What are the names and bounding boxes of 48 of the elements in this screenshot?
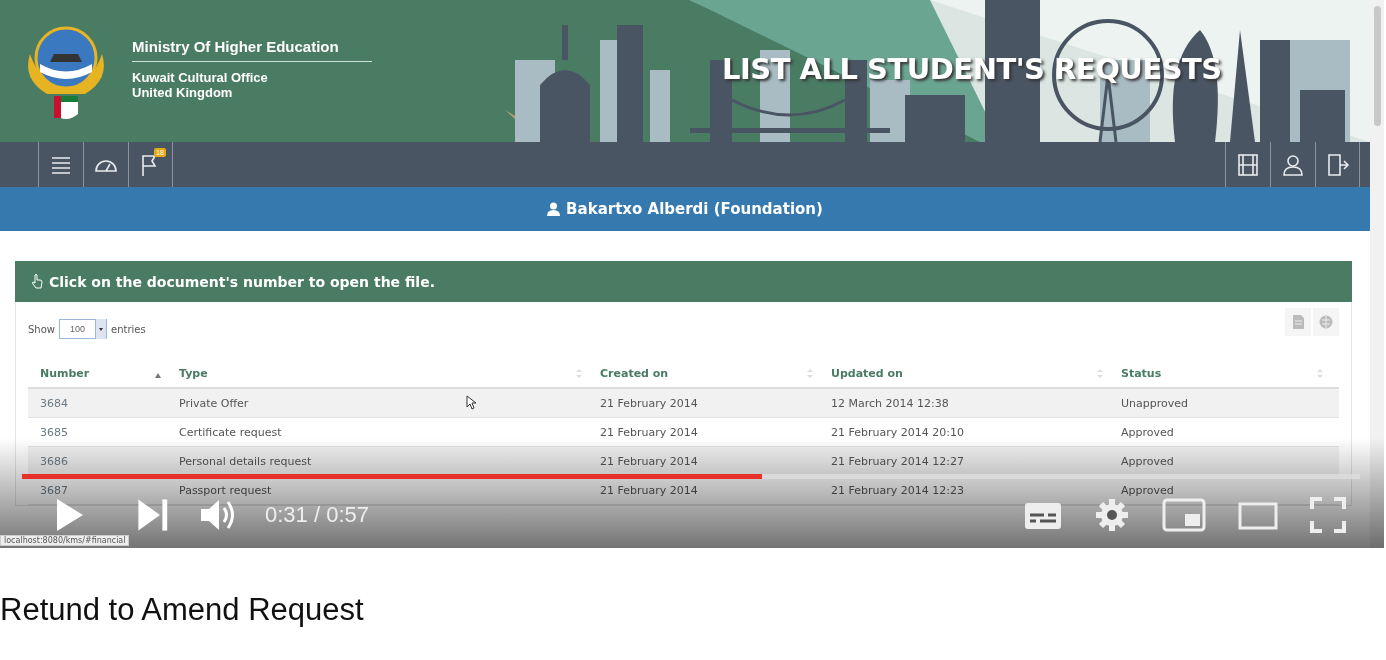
column-header[interactable]: Created on: [588, 367, 819, 380]
document-icon: [1291, 314, 1305, 330]
status-url: localhost:8080/kms/#financial: [0, 535, 130, 546]
table-cell: Approved: [1121, 425, 1174, 439]
ministry-name: Ministry Of Higher Education: [132, 38, 372, 62]
table-cell: 12 March 2014 12:38: [831, 396, 949, 410]
progress-bar[interactable]: [22, 474, 1360, 479]
office-name: Kuwait Cultural Office: [132, 70, 269, 85]
table-cell: 21 February 2014: [600, 454, 698, 468]
table-cell: Personal details request: [179, 454, 312, 468]
document-number-link[interactable]: 3686: [40, 454, 68, 468]
table-cell: 21 February 2014: [600, 396, 698, 410]
video-title: Retund to Amend Request: [0, 591, 365, 628]
table-cell: 21 February 2014: [600, 425, 698, 439]
document-number-link[interactable]: 3684: [40, 396, 68, 410]
user-name: Bakartxo Alberdi (Foundation): [566, 200, 823, 218]
next-icon: [136, 497, 170, 533]
column-header[interactable]: Number: [28, 367, 167, 380]
fullscreen-button[interactable]: [1310, 495, 1346, 535]
show-label: Show: [28, 323, 55, 335]
table-cell: Approved: [1121, 454, 1174, 468]
table-cell: 21 February 2014 12:27: [831, 454, 964, 468]
table-cell: Certificate request: [179, 425, 282, 439]
scrollbar[interactable]: [1370, 0, 1384, 548]
document-number-link[interactable]: 3687: [40, 483, 68, 497]
table-cell: 21 February 2014: [600, 483, 698, 497]
table-cell: Approved: [1121, 483, 1174, 497]
film-icon: [1235, 151, 1261, 178]
user-icon: [547, 202, 561, 216]
entries-label: entries: [111, 323, 146, 335]
pointing-hand-icon: [31, 274, 43, 289]
column-header[interactable]: Updated on: [819, 367, 1109, 380]
entries-dropdown[interactable]: 100: [59, 319, 107, 339]
table-cell: 21 February 2014 20:10: [831, 425, 964, 439]
document-number-link[interactable]: 3685: [40, 425, 68, 439]
scrollbar-thumb[interactable]: [1374, 6, 1381, 126]
caret-icon: [99, 327, 103, 331]
panel-hint: Click on the document's number to open the file.: [49, 273, 435, 290]
table-cell: Private Offer: [179, 396, 249, 410]
column-header[interactable]: Status: [1109, 367, 1329, 380]
table-cell: Unapproved: [1121, 396, 1188, 410]
column-header[interactable]: Type: [167, 367, 588, 380]
office-name: United Kingdom: [132, 85, 234, 100]
table-cell: 21 February 2014 12:23: [831, 483, 964, 497]
mouse-pointer-icon: [466, 395, 477, 410]
table-cell: Passport request: [179, 483, 272, 497]
play-icon: [55, 497, 85, 533]
time-display: 0:31 / 0:57: [265, 502, 369, 528]
